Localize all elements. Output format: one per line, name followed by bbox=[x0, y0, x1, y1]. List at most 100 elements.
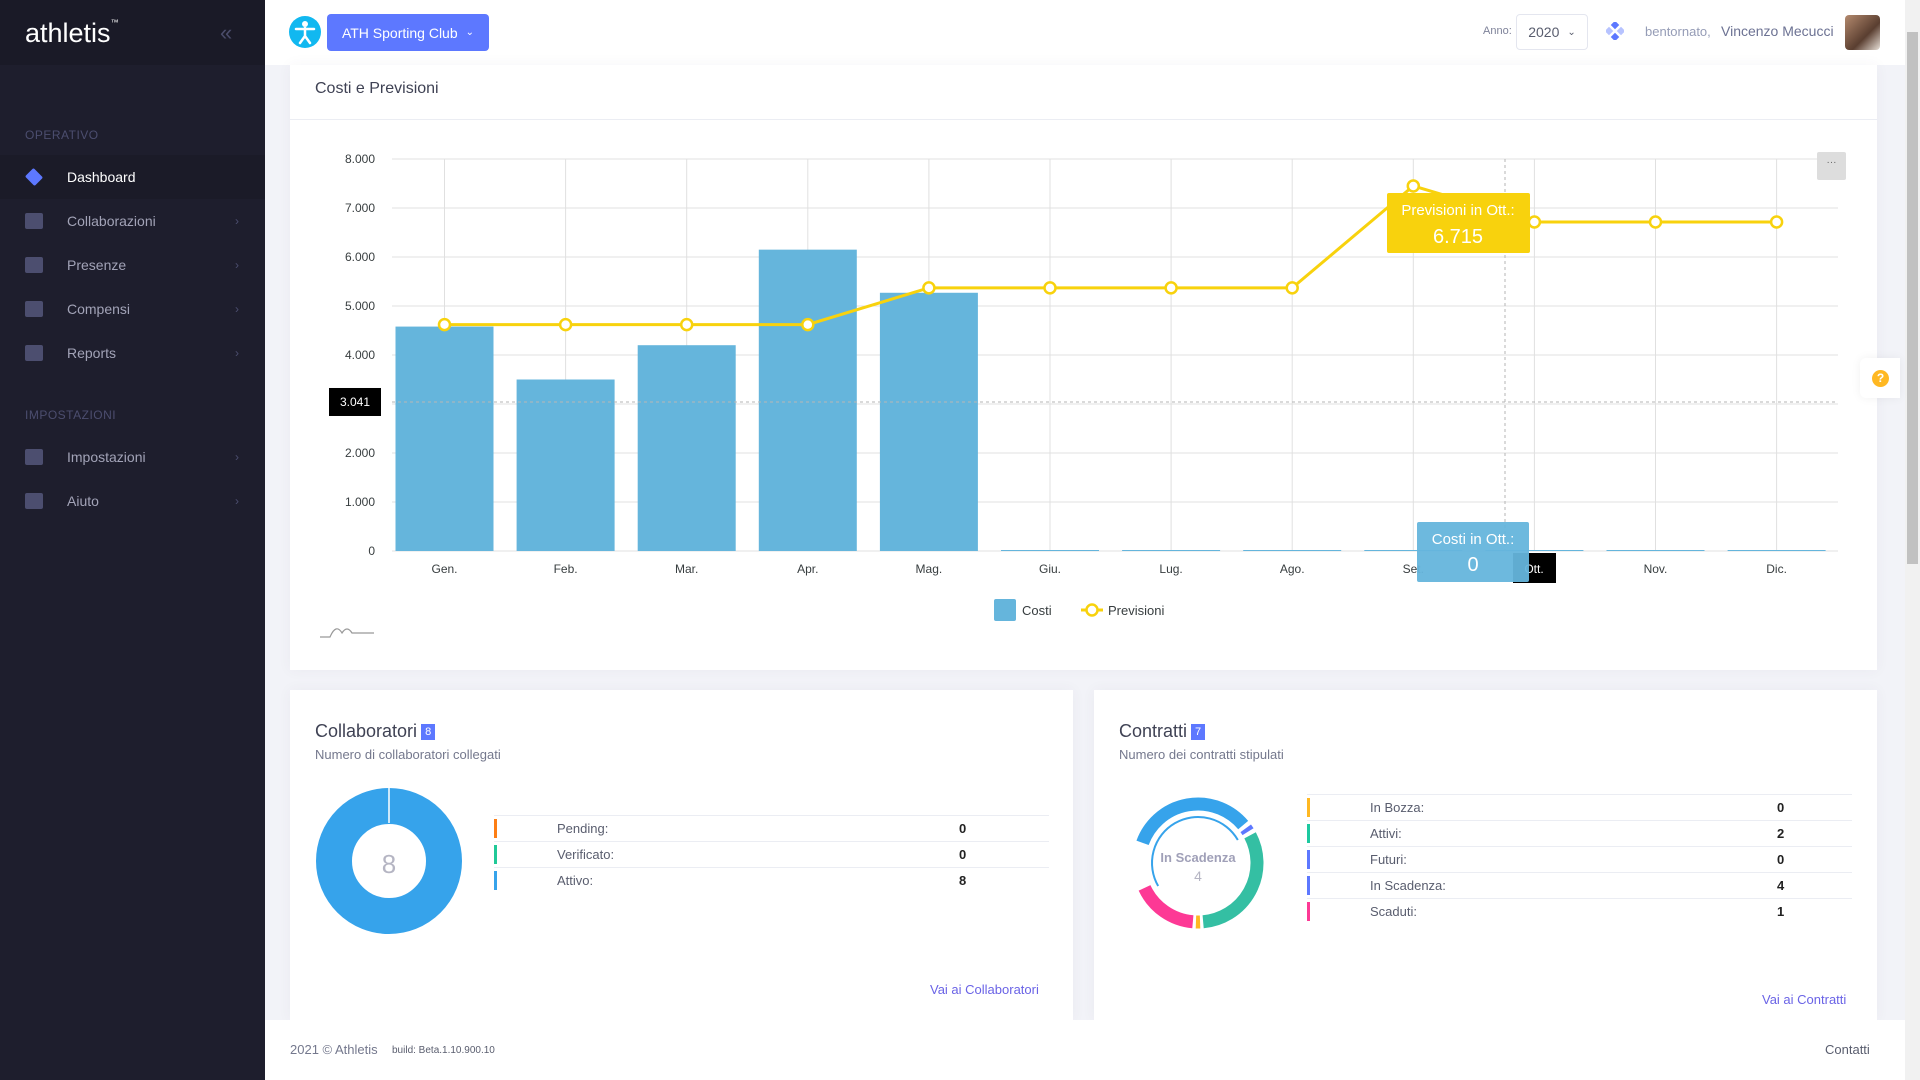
bar-costi[interactable] bbox=[516, 379, 615, 552]
stat-row: Attivo: 8 bbox=[494, 867, 1049, 893]
club-selector-button[interactable]: ATH Sporting Club ⌄ bbox=[327, 14, 489, 51]
donut-segment[interactable] bbox=[1202, 832, 1264, 929]
point-previsioni[interactable] bbox=[922, 281, 936, 295]
y-tick-label: 0 bbox=[368, 544, 375, 558]
donut-segment[interactable] bbox=[1136, 797, 1249, 846]
server-icon bbox=[25, 213, 43, 229]
color-marker bbox=[1307, 824, 1310, 843]
y-tick-label: 2.000 bbox=[345, 446, 375, 460]
x-tick-label: Feb. bbox=[554, 562, 578, 576]
year-select[interactable]: 2020 ⌄ bbox=[1516, 14, 1588, 50]
bar-costi[interactable] bbox=[395, 326, 494, 551]
point-previsioni[interactable] bbox=[1285, 281, 1299, 295]
contratti-donut: In Scadenza 4 bbox=[1136, 797, 1264, 929]
x-tick-label: Giu. bbox=[1039, 562, 1061, 576]
chevron-right-icon: › bbox=[235, 494, 239, 508]
card-title: Contratti 7 bbox=[1119, 721, 1206, 742]
legend-costi-label[interactable]: Costi bbox=[1022, 603, 1052, 618]
stat-value: 2 bbox=[1777, 826, 1785, 841]
bar-costi[interactable] bbox=[879, 292, 978, 551]
tooltip-previsioni-value: 6.715 bbox=[1433, 226, 1483, 248]
point-previsioni[interactable] bbox=[1406, 179, 1421, 193]
point-previsioni[interactable] bbox=[558, 317, 573, 332]
user-name[interactable]: Vincenzo Mecucci bbox=[1721, 23, 1834, 39]
tooltip-previsioni-title: Previsioni in Ott.: bbox=[1401, 202, 1514, 219]
sidebar-item-presenze[interactable]: Presenze › bbox=[0, 243, 265, 287]
point-previsioni[interactable] bbox=[1648, 215, 1663, 229]
avatar[interactable] bbox=[1845, 15, 1880, 50]
stat-row: Futuri: 0 bbox=[1307, 846, 1852, 872]
bar-costi[interactable] bbox=[1122, 550, 1221, 551]
sidebar-item-collaborazioni[interactable]: Collaborazioni › bbox=[0, 199, 265, 243]
point-previsioni[interactable] bbox=[1527, 215, 1542, 229]
donut-segment[interactable] bbox=[1138, 884, 1194, 929]
go-to-contratti-link[interactable]: Vai ai Contratti bbox=[1762, 992, 1846, 1007]
bar-costi[interactable] bbox=[1243, 550, 1342, 551]
tooltip-costi-value: 0 bbox=[1467, 554, 1478, 576]
card-subtitle: Numero di collaboratori collegati bbox=[315, 747, 501, 762]
sidebar-item-aiuto[interactable]: Aiuto › bbox=[0, 479, 265, 523]
go-to-collaboratori-link[interactable]: Vai ai Collaboratori bbox=[930, 982, 1039, 997]
x-tick-label: Mar. bbox=[675, 562, 698, 576]
bar-costi[interactable] bbox=[637, 345, 736, 551]
help-button[interactable]: ? bbox=[1860, 358, 1900, 398]
stat-label: Futuri: bbox=[1370, 852, 1407, 867]
money-icon bbox=[25, 301, 43, 317]
stat-row: In Scadenza: 4 bbox=[1307, 872, 1852, 898]
color-marker bbox=[1307, 798, 1310, 817]
bar-costi[interactable] bbox=[758, 249, 857, 551]
costs-forecast-chart: 01.0002.0003.0004.0005.0006.0007.0008.00… bbox=[320, 152, 1838, 638]
y-tick-label: 7.000 bbox=[345, 201, 375, 215]
footer: 2021 © Athletis build: Beta.1.10.900.10 … bbox=[265, 1020, 1905, 1080]
x-tick-label: Gen. bbox=[431, 562, 457, 576]
year-label: Anno: bbox=[1483, 25, 1512, 37]
card-title: Collaboratori 8 bbox=[315, 721, 436, 742]
color-marker bbox=[494, 845, 497, 864]
sidebar-item-reports[interactable]: Reports › bbox=[0, 331, 265, 375]
point-previsioni[interactable] bbox=[801, 317, 815, 332]
brand-area: athletis™ « bbox=[0, 0, 265, 65]
donut-center-value: 8 bbox=[382, 849, 396, 879]
stat-value: 4 bbox=[1777, 878, 1785, 893]
point-previsioni[interactable] bbox=[679, 317, 694, 332]
sparkline-icon[interactable] bbox=[320, 628, 374, 638]
chart-menu-button[interactable]: ··· bbox=[1817, 152, 1846, 180]
x-tick-label: Dic. bbox=[1766, 562, 1787, 576]
x-tick-label: Apr. bbox=[797, 562, 818, 576]
collapse-sidebar-icon[interactable]: « bbox=[220, 20, 232, 46]
point-previsioni[interactable] bbox=[1769, 215, 1784, 229]
stat-label: Verificato: bbox=[557, 847, 615, 862]
section-label: OPERATIVO bbox=[25, 128, 99, 142]
legend-costi-swatch[interactable] bbox=[994, 599, 1016, 621]
stat-row: Verificato: 0 bbox=[494, 841, 1049, 867]
stat-row: In Bozza: 0 bbox=[1307, 794, 1852, 820]
bar-costi[interactable] bbox=[1001, 550, 1099, 551]
contact-link[interactable]: Contatti bbox=[1825, 1042, 1870, 1057]
legend-previsioni-label[interactable]: Previsioni bbox=[1108, 603, 1164, 618]
bar-costi[interactable] bbox=[1727, 550, 1826, 551]
scrollbar-thumb[interactable] bbox=[1907, 32, 1918, 564]
section-label: IMPOSTAZIONI bbox=[25, 408, 117, 422]
chevron-down-icon: ⌄ bbox=[465, 27, 475, 38]
stat-row: Attivi: 2 bbox=[1307, 820, 1852, 846]
point-previsioni[interactable] bbox=[1164, 281, 1178, 295]
x-tick-label: Ago. bbox=[1280, 562, 1305, 576]
point-previsioni[interactable] bbox=[437, 317, 452, 332]
color-marker bbox=[494, 871, 497, 890]
stat-value: 0 bbox=[959, 821, 967, 836]
color-marker bbox=[1307, 902, 1310, 921]
sidebar-item-impostazioni[interactable]: Impostazioni › bbox=[0, 435, 265, 479]
donut-segment[interactable] bbox=[1240, 824, 1254, 836]
chevron-right-icon: › bbox=[235, 346, 239, 360]
crosshair-y-label: 3.041 bbox=[340, 395, 370, 409]
sidebar-item-dashboard[interactable]: Dashboard bbox=[0, 155, 265, 199]
color-marker bbox=[1307, 850, 1310, 869]
card-title: Costi e Previsioni bbox=[315, 80, 439, 97]
sidebar-item-compensi[interactable]: Compensi › bbox=[0, 287, 265, 331]
bar-costi[interactable] bbox=[1606, 550, 1705, 551]
point-previsioni[interactable] bbox=[1043, 281, 1057, 295]
legend-previsioni-marker[interactable] bbox=[1085, 603, 1099, 617]
logo[interactable]: athletis™ bbox=[25, 18, 119, 49]
apps-icon[interactable] bbox=[1604, 20, 1626, 42]
stat-label: Attivo: bbox=[557, 873, 594, 888]
